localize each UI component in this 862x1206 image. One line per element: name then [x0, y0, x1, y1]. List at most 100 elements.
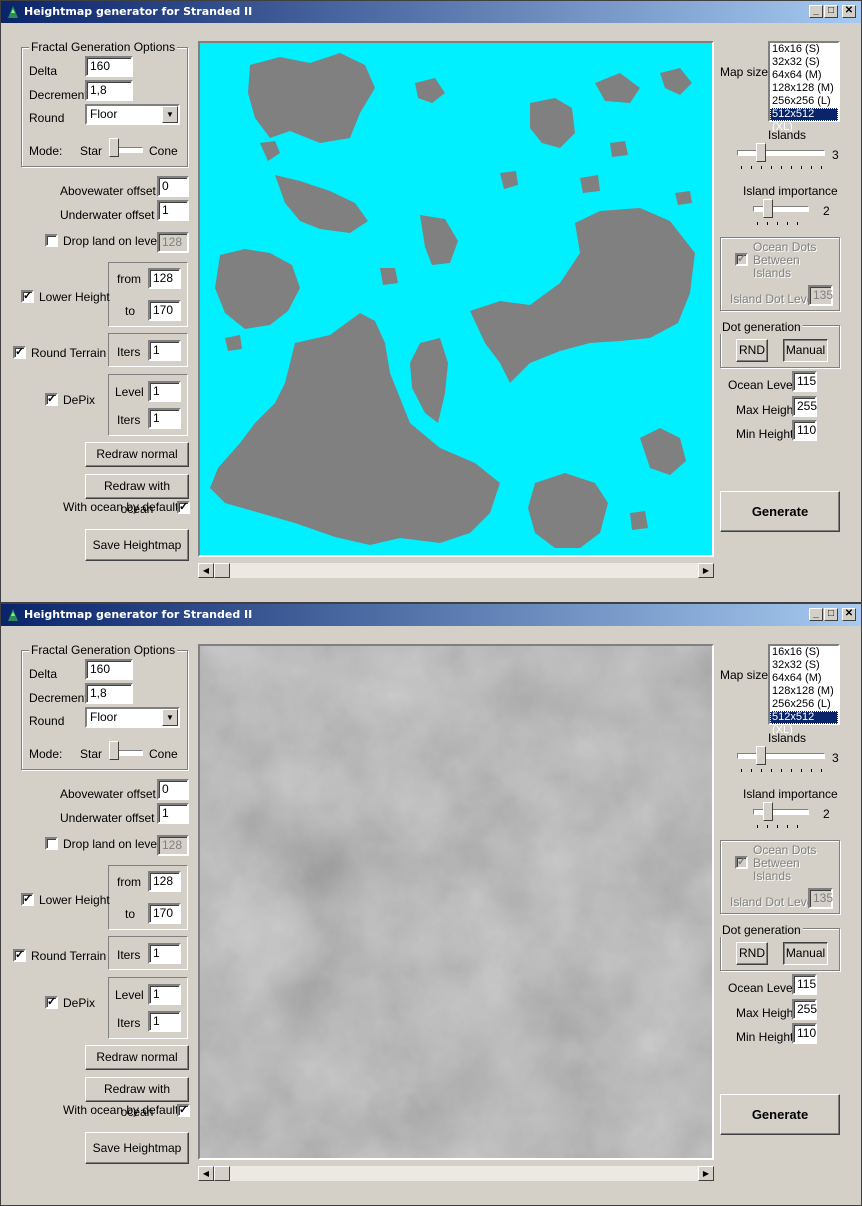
islands-slider-track[interactable]	[737, 150, 825, 156]
island-importance-track[interactable]	[753, 809, 809, 815]
map-size-option[interactable]: 128x128 (M)	[770, 685, 838, 698]
chevron-down-icon[interactable]: ▼	[162, 106, 178, 123]
round-terrain-checkbox[interactable]: ✓	[13, 949, 26, 962]
map-size-option[interactable]: 64x64 (M)	[770, 672, 838, 685]
drop-land-checkbox[interactable]	[45, 837, 58, 850]
redraw-ocean-button[interactable]: Redraw with ocean	[85, 474, 189, 516]
to-input[interactable]: 170	[148, 300, 181, 321]
manual-button[interactable]: Manual	[783, 339, 828, 362]
round-iters-input[interactable]: 1	[148, 943, 181, 964]
map-size-option[interactable]: 16x16 (S)	[770, 646, 838, 659]
drop-land-input[interactable]: 128	[157, 835, 189, 856]
island-importance-thumb[interactable]	[763, 802, 773, 821]
map-size-option[interactable]: 32x32 (S)	[770, 659, 838, 672]
save-heightmap-button[interactable]: Save Heightmap	[85, 1132, 189, 1164]
redraw-normal-button[interactable]: Redraw normal	[85, 442, 189, 467]
islands-slider-track[interactable]	[737, 753, 825, 759]
maximize-button[interactable]: □	[824, 5, 838, 18]
heightmap-canvas[interactable]	[198, 41, 714, 557]
map-size-option[interactable]: 256x256 (L)	[770, 698, 838, 711]
depix-iters-input[interactable]: 1	[148, 1011, 181, 1032]
horizontal-scrollbar[interactable]: ◀ ▶	[197, 1165, 715, 1182]
map-size-option[interactable]: 512x512 (XL)	[770, 108, 838, 133]
save-heightmap-button[interactable]: Save Heightmap	[85, 529, 189, 561]
lower-height-checkbox[interactable]: ✓	[21, 893, 34, 906]
max-height-input[interactable]: 255	[792, 396, 817, 417]
underwater-input[interactable]: 1	[157, 200, 189, 221]
min-height-input[interactable]: 110	[792, 420, 817, 441]
maximize-button[interactable]: □	[824, 608, 838, 621]
drop-land-input[interactable]: 128	[157, 232, 189, 253]
round-select[interactable]: Floor ▼	[85, 707, 180, 728]
islands-slider-thumb[interactable]	[756, 746, 766, 765]
depix-iters-input[interactable]: 1	[148, 408, 181, 429]
redraw-normal-button[interactable]: Redraw normal	[85, 1045, 189, 1070]
island-importance-track[interactable]	[753, 206, 809, 212]
map-size-option[interactable]: 128x128 (M)	[770, 82, 838, 95]
round-terrain-checkbox[interactable]: ✓	[13, 346, 26, 359]
scroll-thumb[interactable]	[214, 1166, 230, 1181]
round-iters-input[interactable]: 1	[148, 340, 181, 361]
scroll-left-icon[interactable]: ◀	[198, 563, 214, 578]
depix-checkbox[interactable]: ✓	[45, 393, 58, 406]
ocean-dots-checkbox[interactable]: ✓	[735, 856, 748, 869]
island-importance-thumb[interactable]	[763, 199, 773, 218]
round-select[interactable]: Floor ▼	[85, 104, 180, 125]
scroll-thumb[interactable]	[214, 563, 230, 578]
scroll-right-icon[interactable]: ▶	[698, 1166, 714, 1181]
ocean-level-input[interactable]: 115	[792, 371, 817, 392]
close-button[interactable]: ✕	[842, 608, 856, 621]
heightmap-canvas[interactable]	[198, 644, 714, 1160]
map-size-list[interactable]: 16x16 (S) 32x32 (S) 64x64 (M) 128x128 (M) 25…	[768, 644, 840, 736]
max-height-input[interactable]: 255	[792, 999, 817, 1020]
title-bar[interactable]: Heightmap generator for Stranded II _ □ …	[1, 604, 861, 626]
map-size-list[interactable]: 16x16 (S) 32x32 (S) 64x64 (M) 128x128 (M) 25…	[768, 41, 840, 133]
from-input[interactable]: 128	[148, 871, 181, 892]
mode-slider-thumb[interactable]	[109, 138, 119, 157]
depix-checkbox[interactable]: ✓	[45, 996, 58, 1009]
abovewater-input[interactable]: 0	[157, 779, 189, 800]
depix-level-input[interactable]: 1	[148, 984, 181, 1005]
map-size-option[interactable]: 256x256 (L)	[770, 95, 838, 108]
ocean-dots-checkbox[interactable]: ✓	[735, 253, 748, 266]
app-icon	[8, 609, 18, 621]
min-height-input[interactable]: 110	[792, 1023, 817, 1044]
generate-button[interactable]: Generate	[720, 491, 840, 532]
with-ocean-checkbox[interactable]: ✓	[177, 501, 190, 514]
chevron-down-icon[interactable]: ▼	[162, 709, 178, 726]
dot-level-input[interactable]: 135	[808, 285, 833, 306]
horizontal-scrollbar[interactable]: ◀ ▶	[197, 562, 715, 579]
underwater-input[interactable]: 1	[157, 803, 189, 824]
to-input[interactable]: 170	[148, 903, 181, 924]
map-size-option[interactable]: 64x64 (M)	[770, 69, 838, 82]
with-ocean-checkbox[interactable]: ✓	[177, 1104, 190, 1117]
map-size-option[interactable]: 32x32 (S)	[770, 56, 838, 69]
redraw-ocean-button[interactable]: Redraw with ocean	[85, 1077, 189, 1119]
manual-button[interactable]: Manual	[783, 942, 828, 965]
generate-button[interactable]: Generate	[720, 1094, 840, 1135]
dot-level-input[interactable]: 135	[808, 888, 833, 909]
rnd-button[interactable]: RND	[736, 339, 768, 362]
decrement-input[interactable]: 1,8	[85, 80, 133, 101]
map-size-option[interactable]: 512x512 (XL)	[770, 711, 838, 736]
rnd-button[interactable]: RND	[736, 942, 768, 965]
scroll-right-icon[interactable]: ▶	[698, 563, 714, 578]
decrement-input[interactable]: 1,8	[85, 683, 133, 704]
minimize-button[interactable]: _	[809, 608, 823, 621]
islands-slider-thumb[interactable]	[756, 143, 766, 162]
ocean-level-input[interactable]: 115	[792, 974, 817, 995]
drop-land-checkbox[interactable]	[45, 234, 58, 247]
delta-input[interactable]: 160	[85, 56, 133, 77]
mode-slider-thumb[interactable]	[109, 741, 119, 760]
close-button[interactable]: ✕	[842, 5, 856, 18]
lower-height-checkbox[interactable]: ✓	[21, 290, 34, 303]
delta-input[interactable]: 160	[85, 659, 133, 680]
mode-star-label: Star	[80, 747, 103, 761]
map-size-option[interactable]: 16x16 (S)	[770, 43, 838, 56]
from-input[interactable]: 128	[148, 268, 181, 289]
abovewater-input[interactable]: 0	[157, 176, 189, 197]
depix-level-input[interactable]: 1	[148, 381, 181, 402]
scroll-left-icon[interactable]: ◀	[198, 1166, 214, 1181]
title-bar[interactable]: Heightmap generator for Stranded II _ □ …	[1, 1, 861, 23]
minimize-button[interactable]: _	[809, 5, 823, 18]
